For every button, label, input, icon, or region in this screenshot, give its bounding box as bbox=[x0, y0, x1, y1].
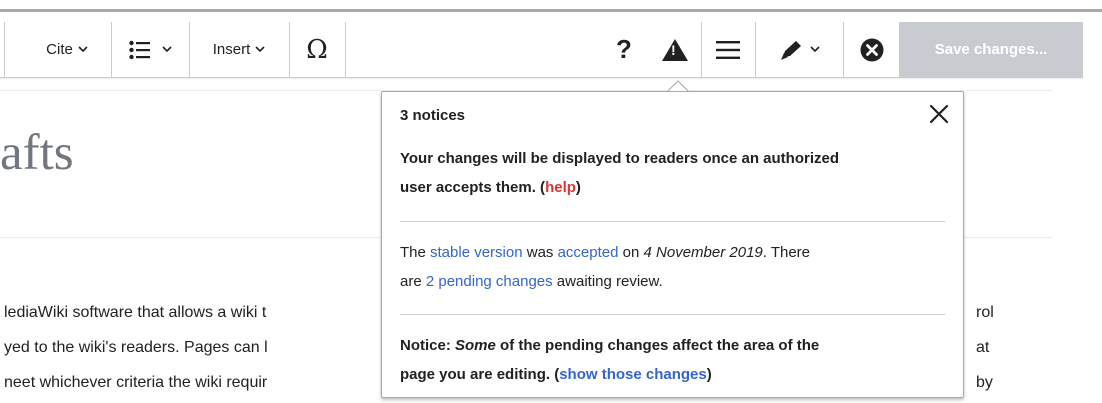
cancel-button[interactable] bbox=[844, 22, 899, 77]
accepted-date: 4 November 2019 bbox=[643, 244, 763, 261]
bullet-list-icon bbox=[128, 40, 150, 59]
notice-emphasis: Some bbox=[455, 337, 496, 354]
notice-stable-version: The stable version was accepted on 4 Nov… bbox=[400, 238, 950, 296]
notice-text-line: Your changes will be displayed to reader… bbox=[400, 150, 839, 167]
accepted-link[interactable]: accepted bbox=[558, 244, 619, 261]
notice-text: ) bbox=[575, 179, 581, 196]
body-text-line: neet whichever criteria the wiki requir bbox=[4, 374, 268, 391]
notice-text: on bbox=[618, 244, 644, 261]
list-button[interactable] bbox=[112, 22, 188, 77]
stable-version-link[interactable]: stable version bbox=[430, 244, 523, 261]
menu-icon bbox=[716, 40, 740, 59]
insert-button[interactable]: Insert bbox=[190, 22, 288, 77]
save-changes-button[interactable]: Save changes... bbox=[899, 22, 1083, 77]
notice-text: was bbox=[522, 244, 558, 261]
body-text-fragment: rol bbox=[976, 304, 994, 321]
notices-popup: 3 notices Your changes will be displayed… bbox=[381, 91, 964, 398]
body-text-fragment: by bbox=[976, 374, 993, 391]
special-character-icon: Ω bbox=[306, 34, 328, 65]
pending-changes-link[interactable]: 2 pending changes bbox=[426, 273, 553, 290]
edit-mode-button[interactable] bbox=[756, 22, 842, 77]
chevron-down-icon bbox=[161, 46, 172, 53]
notice-text: . There bbox=[762, 244, 811, 261]
notice-text: of the pending changes affect the area o… bbox=[495, 337, 820, 354]
notice-divider bbox=[400, 221, 945, 222]
toolbar-separator bbox=[4, 22, 5, 77]
body-text-line: lediaWiki software that allows a wiki t bbox=[4, 304, 267, 321]
help-button[interactable]: ? bbox=[601, 22, 647, 77]
notice-text-line: page you are editing. (show those change… bbox=[400, 360, 950, 389]
notice-text-line: The stable version was accepted on 4 Nov… bbox=[400, 238, 950, 267]
page-options-button[interactable] bbox=[702, 22, 754, 77]
notice-review-required: Your changes will be displayed to reader… bbox=[400, 144, 950, 202]
cite-label: Cite bbox=[46, 41, 73, 58]
notice-affected-area: Notice: Some of the pending changes affe… bbox=[400, 331, 950, 389]
notices-button[interactable]: ! bbox=[652, 22, 698, 77]
close-circle-icon bbox=[860, 38, 883, 61]
notice-text-line: user accepts them. (help) bbox=[400, 173, 950, 202]
page-title: afts bbox=[0, 128, 74, 179]
close-icon[interactable] bbox=[928, 103, 950, 125]
special-character-button[interactable]: Ω bbox=[290, 22, 344, 77]
popup-title: 3 notices bbox=[400, 107, 466, 124]
notice-text-line: Notice: Some of the pending changes affe… bbox=[400, 331, 950, 360]
notice-text: ) bbox=[706, 366, 712, 383]
help-link[interactable]: help bbox=[545, 179, 576, 196]
body-text-fragment: at bbox=[976, 339, 990, 356]
notice-label: Notice: bbox=[400, 337, 456, 354]
notice-text: awaiting review. bbox=[552, 273, 663, 290]
warning-icon-mark: ! bbox=[671, 42, 676, 58]
chevron-down-icon bbox=[78, 46, 88, 53]
toolbar-separator bbox=[345, 22, 346, 77]
notice-text: page you are editing. ( bbox=[400, 366, 560, 383]
notice-text: are bbox=[400, 273, 426, 290]
top-strip-line bbox=[0, 9, 1102, 12]
notice-divider bbox=[400, 314, 945, 315]
browser-top-strip bbox=[0, 0, 1102, 22]
edit-pencil-icon bbox=[780, 40, 801, 60]
notice-text: The bbox=[400, 244, 431, 261]
insert-label: Insert bbox=[212, 41, 251, 58]
notice-text: user accepts them. ( bbox=[400, 179, 546, 196]
chevron-down-icon bbox=[255, 46, 265, 53]
chevron-down-icon bbox=[809, 46, 820, 53]
body-text-line: yed to the wiki's readers. Pages can l bbox=[4, 339, 268, 356]
cite-button[interactable]: Cite bbox=[25, 22, 109, 77]
notice-text-line: are 2 pending changes awaiting review. bbox=[400, 267, 950, 296]
help-icon: ? bbox=[616, 34, 632, 64]
show-changes-link[interactable]: show those changes bbox=[559, 366, 707, 383]
